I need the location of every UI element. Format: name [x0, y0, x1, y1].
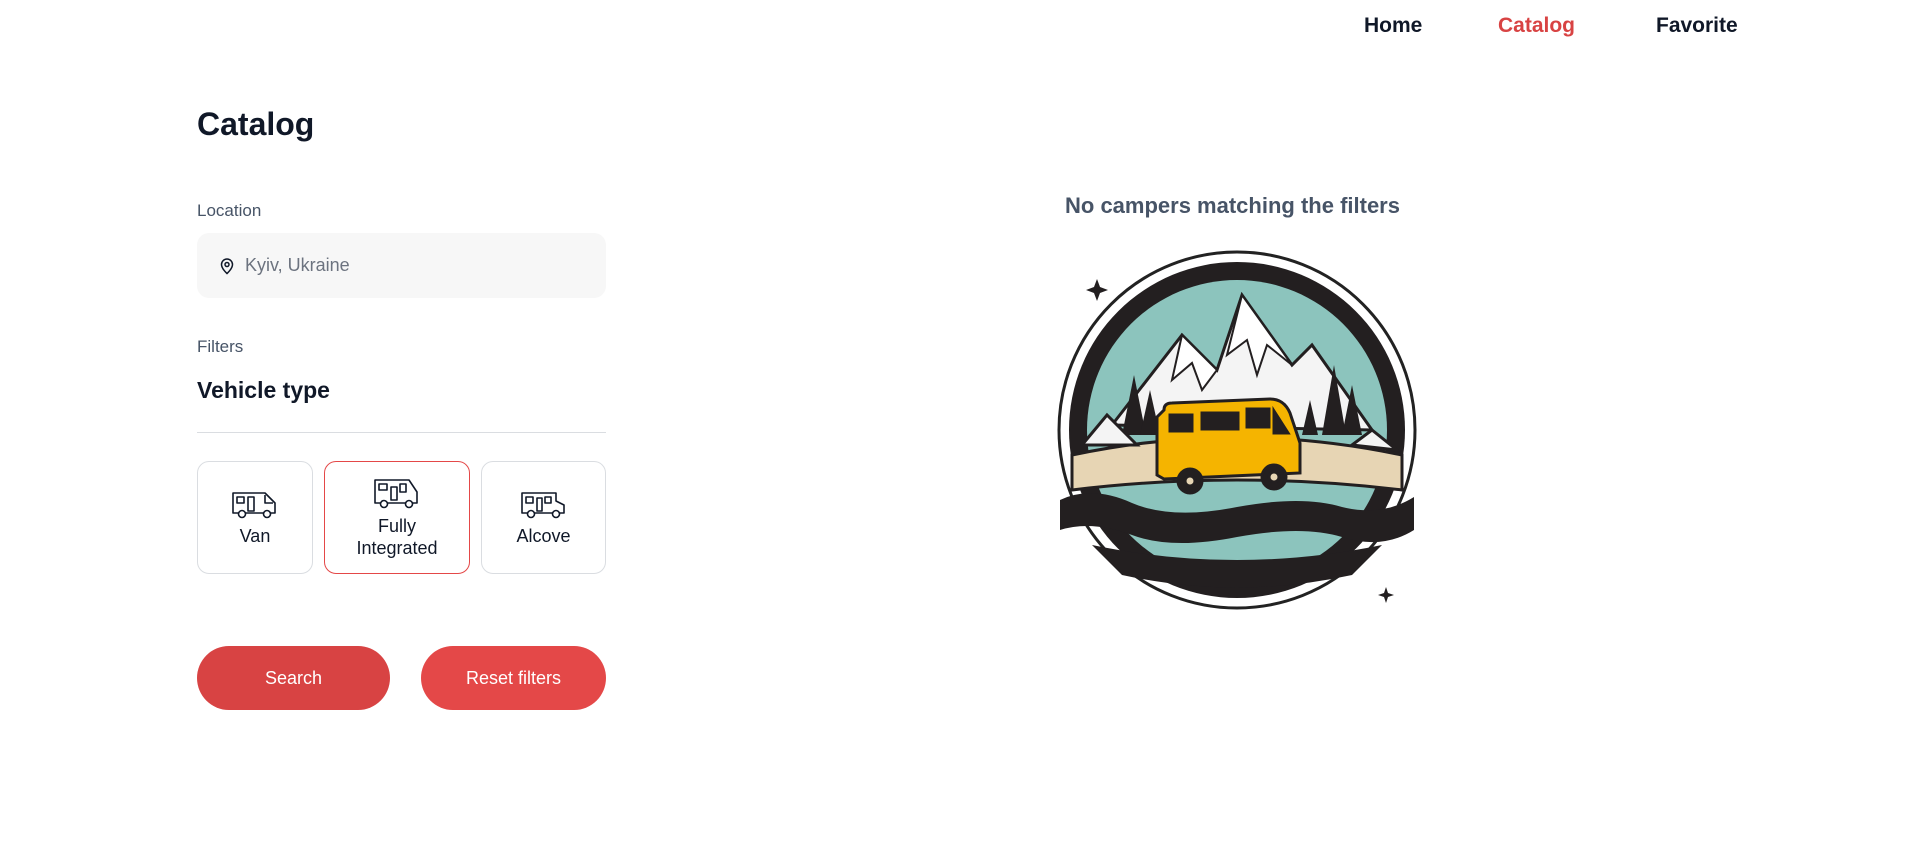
vehicle-type-heading: Vehicle type	[197, 377, 330, 403]
vehicle-type-alcove-label: Alcove	[516, 525, 571, 546]
vehicle-type-alcove[interactable]: Alcove	[481, 461, 606, 574]
nav-home-link[interactable]: Home	[1364, 14, 1422, 38]
van-camper-icon	[232, 491, 276, 518]
location-field[interactable]	[197, 233, 606, 298]
location-input[interactable]	[245, 255, 585, 276]
empty-state-message: No campers matching the filters	[1065, 193, 1400, 218]
vehicle-type-fully-integrated[interactable]: Fully Integrated	[324, 461, 470, 574]
vehicle-type-fully-integrated-label: Fully Integrated	[356, 515, 438, 558]
page-title: Catalog	[197, 106, 315, 142]
location-label: Location	[197, 201, 262, 220]
reset-filters-button[interactable]: Reset filters	[421, 646, 606, 710]
vehicle-type-van-label: Van	[239, 525, 271, 546]
fully-integrated-camper-icon	[374, 478, 418, 508]
alcove-camper-icon	[520, 491, 565, 518]
nav-catalog-link[interactable]: Catalog	[1498, 14, 1575, 38]
map-pin-icon	[220, 257, 234, 274]
catalog-page: Home Catalog Favorite Catalog Location F…	[0, 0, 1912, 868]
nav-favorite-link[interactable]: Favorite	[1656, 14, 1738, 38]
top-nav: Home Catalog Favorite	[0, 14, 1912, 54]
camper-van-mountains-illustration	[1057, 250, 1417, 610]
search-button[interactable]: Search	[197, 646, 390, 710]
filters-label: Filters	[197, 337, 244, 356]
divider	[197, 432, 606, 433]
vehicle-type-van[interactable]: Van	[197, 461, 313, 574]
